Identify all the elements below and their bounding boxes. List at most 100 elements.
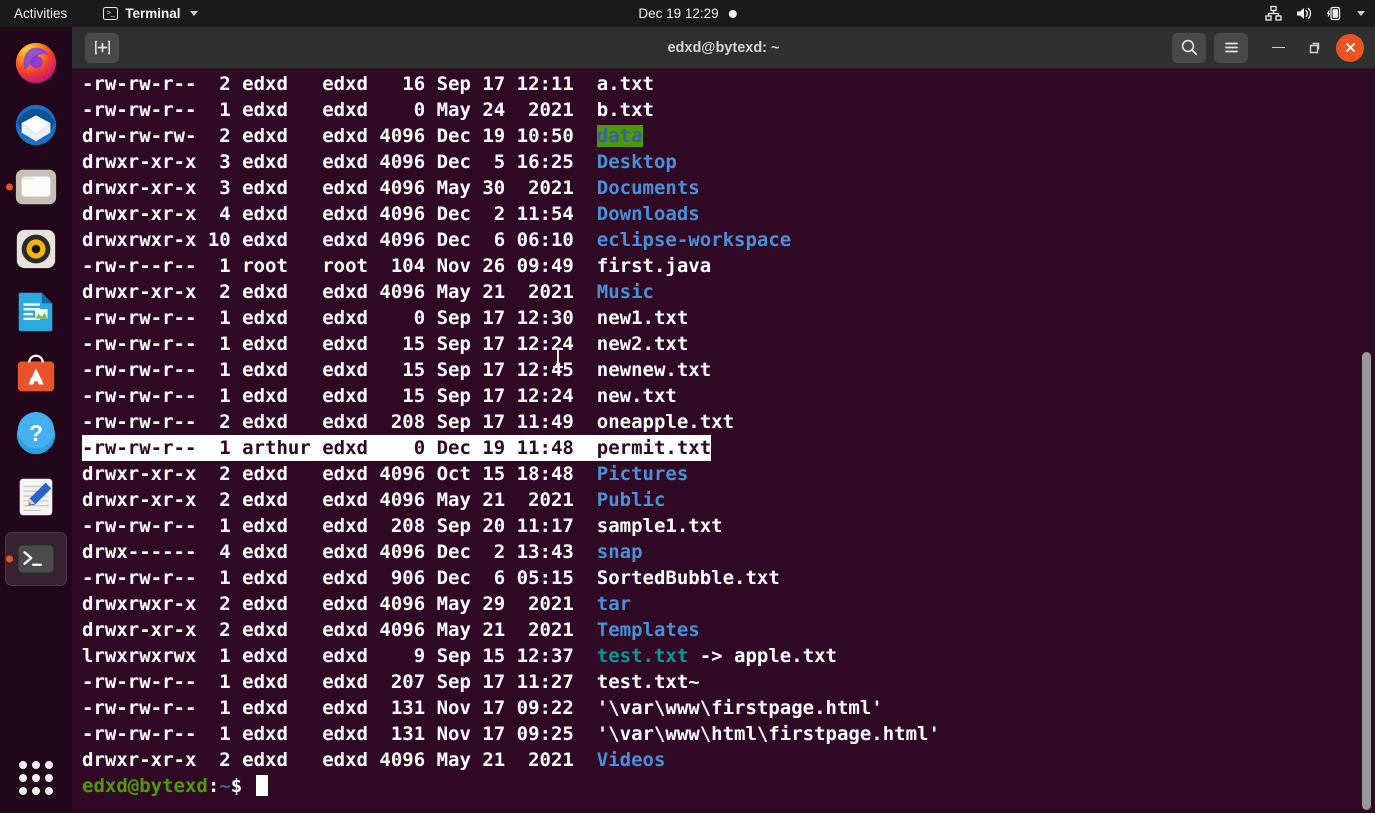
line-metadata: drwxr-xr-x 2 edxd edxd 4096 May 21 2021 — [82, 619, 597, 641]
file-name: Downloads — [597, 203, 700, 225]
file-name: permit.txt — [597, 437, 711, 459]
line-metadata: -rw-rw-r-- 1 edxd edxd 207 Sep 17 11:27 — [82, 671, 597, 693]
terminal-line: drwxr-xr-x 4 edxd edxd 4096 Dec 2 11:54 … — [82, 201, 940, 227]
file-name: eclipse-workspace — [597, 229, 791, 251]
text-editor-icon — [13, 474, 59, 520]
file-name: Public — [597, 489, 666, 511]
dock-item-rhythmbox[interactable] — [5, 222, 67, 276]
terminal-line: -rw-rw-r-- 1 edxd edxd 0 May 24 2021 b.t… — [82, 97, 940, 123]
file-name: Templates — [597, 619, 700, 641]
file-name: Pictures — [597, 463, 689, 485]
terminal-line: drwxrwxr-x 10 edxd edxd 4096 Dec 6 06:10… — [82, 227, 940, 253]
file-name: Music — [597, 281, 654, 303]
clock-label: Dec 19 12:29 — [638, 6, 718, 21]
volume-icon — [1295, 5, 1313, 22]
firefox-icon — [13, 40, 59, 86]
file-name: new2.txt — [597, 333, 689, 355]
terminal-app-icon — [13, 536, 59, 582]
line-metadata: drwxr-xr-x 4 edxd edxd 4096 Dec 2 11:54 — [82, 203, 597, 225]
activities-button[interactable]: Activities — [0, 0, 77, 27]
file-name: new1.txt — [597, 307, 689, 329]
minimize-icon — [1272, 47, 1285, 49]
terminal-line: -rw-rw-r-- 1 edxd edxd 15 Sep 17 12:24 n… — [82, 331, 940, 357]
line-metadata: -rw-rw-r-- 2 edxd edxd 208 Sep 17 11:49 — [82, 411, 597, 433]
terminal-line: drw-rw-rw- 2 edxd edxd 4096 Dec 19 10:50… — [82, 123, 940, 149]
search-icon — [1180, 38, 1199, 57]
shell-prompt[interactable]: edxd@bytexd:~$ — [82, 773, 940, 799]
terminal-output: -rw-rw-r-- 2 edxd edxd 16 Sep 17 12:11 a… — [82, 71, 940, 799]
maximize-button[interactable] — [1300, 34, 1328, 62]
terminal-line: -rw-rw-r-- 1 arthur edxd 0 Dec 19 11:48 … — [82, 435, 711, 461]
running-indicator-dot — [6, 184, 13, 191]
dock-item-terminal[interactable] — [5, 532, 67, 586]
running-indicator-dot — [6, 556, 13, 563]
file-name: first.java — [597, 255, 711, 277]
show-applications-button[interactable] — [19, 761, 53, 795]
dock-item-thunderbird[interactable] — [5, 98, 67, 152]
file-name: sample1.txt — [597, 515, 723, 537]
clock-button[interactable]: Dec 19 12:29 — [638, 6, 736, 21]
file-name: new.txt — [597, 385, 677, 407]
tray-chevron-down-icon[interactable] — [1357, 11, 1365, 16]
new-tab-button[interactable] — [85, 33, 119, 63]
text-cursor — [256, 775, 268, 796]
panel-app-label: Terminal — [125, 6, 180, 21]
file-name: a.txt — [597, 73, 654, 95]
rhythmbox-icon — [13, 226, 59, 272]
file-name: tar — [597, 593, 631, 615]
scrollbar-thumb[interactable] — [1362, 352, 1371, 810]
chevron-down-icon — [190, 11, 198, 16]
terminal-line: -rw-rw-r-- 1 edxd edxd 207 Sep 17 11:27 … — [82, 669, 940, 695]
search-button[interactable] — [1172, 33, 1206, 63]
terminal-line: -rw-rw-r-- 1 edxd edxd 208 Sep 20 11:17 … — [82, 513, 940, 539]
battery-charging-icon — [1326, 5, 1342, 22]
terminal-line: drwxr-xr-x 3 edxd edxd 4096 May 30 2021 … — [82, 175, 940, 201]
terminal-icon: >_ — [103, 7, 118, 20]
files-icon — [13, 164, 59, 210]
close-button[interactable] — [1336, 34, 1364, 62]
top-panel: Activities >_ Terminal Dec 19 12:29 — [0, 0, 1375, 27]
terminal-screen[interactable]: -rw-rw-r-- 2 edxd edxd 16 Sep 17 12:11 a… — [72, 69, 1375, 813]
line-metadata: lrwxrwxrwx 1 edxd edxd 9 Sep 15 12:37 — [82, 645, 597, 667]
panel-app-menu[interactable]: >_ Terminal — [95, 0, 205, 27]
line-metadata: -rw-rw-r-- 1 edxd edxd 208 Sep 20 11:17 — [82, 515, 597, 537]
minimize-button[interactable] — [1264, 34, 1292, 62]
line-metadata: -rw-rw-r-- 1 arthur edxd 0 Dec 19 11:48 — [82, 437, 597, 459]
terminal-line: -rw-rw-r-- 1 edxd edxd 15 Sep 17 12:24 n… — [82, 383, 940, 409]
file-name: snap — [597, 541, 643, 563]
line-metadata: drwxr-xr-x 3 edxd edxd 4096 May 30 2021 — [82, 177, 597, 199]
terminal-scrollbar[interactable] — [1361, 69, 1372, 813]
dock-item-firefox[interactable] — [5, 36, 67, 90]
line-metadata: drwxr-xr-x 2 edxd edxd 4096 May 21 2021 — [82, 489, 597, 511]
dock-item-help[interactable]: ? — [5, 408, 67, 462]
svg-text:?: ? — [29, 420, 43, 446]
dock-item-text-editor[interactable] — [5, 470, 67, 524]
activities-label: Activities — [14, 6, 67, 21]
dock-item-ubuntu-software[interactable] — [5, 346, 67, 400]
line-metadata: -rw-rw-r-- 1 edxd edxd 131 Nov 17 09:22 — [82, 697, 597, 719]
file-name: Desktop — [597, 151, 677, 173]
terminal-line: -rw-rw-r-- 1 edxd edxd 906 Dec 6 05:15 S… — [82, 565, 940, 591]
menu-button[interactable] — [1214, 33, 1248, 63]
line-metadata: -rw-r--r-- 1 root root 104 Nov 26 09:49 — [82, 255, 597, 277]
symlink-arrow: -> apple.txt — [688, 645, 837, 667]
line-metadata: drwxr-xr-x 2 edxd edxd 4096 May 21 2021 — [82, 281, 597, 303]
libreoffice-writer-icon — [13, 288, 59, 334]
file-name: SortedBubble.txt — [597, 567, 780, 589]
dock-item-files[interactable] — [5, 160, 67, 214]
line-metadata: -rw-rw-r-- 1 edxd edxd 0 Sep 17 12:30 — [82, 307, 597, 329]
terminal-line: drwxr-xr-x 3 edxd edxd 4096 Dec 5 16:25 … — [82, 149, 940, 175]
terminal-line: -rw-rw-r-- 1 edxd edxd 131 Nov 17 09:25 … — [82, 721, 940, 747]
terminal-line: drwxr-xr-x 2 edxd edxd 4096 May 21 2021 … — [82, 279, 940, 305]
help-icon: ? — [13, 412, 59, 458]
dock-item-libreoffice-writer[interactable] — [5, 284, 67, 338]
file-name: b.txt — [597, 99, 654, 121]
hamburger-menu-icon — [1222, 38, 1241, 57]
file-name: oneapple.txt — [597, 411, 734, 433]
line-metadata: -rw-rw-r-- 1 edxd edxd 15 Sep 17 12:45 — [82, 359, 597, 381]
prompt-path: ~ — [219, 775, 230, 797]
line-metadata: -rw-rw-r-- 1 edxd edxd 15 Sep 17 12:24 — [82, 385, 597, 407]
system-tray[interactable] — [1265, 5, 1365, 22]
terminal-line: -rw-rw-r-- 1 edxd edxd 0 Sep 17 12:30 ne… — [82, 305, 940, 331]
line-metadata: drwxr-xr-x 3 edxd edxd 4096 Dec 5 16:25 — [82, 151, 597, 173]
